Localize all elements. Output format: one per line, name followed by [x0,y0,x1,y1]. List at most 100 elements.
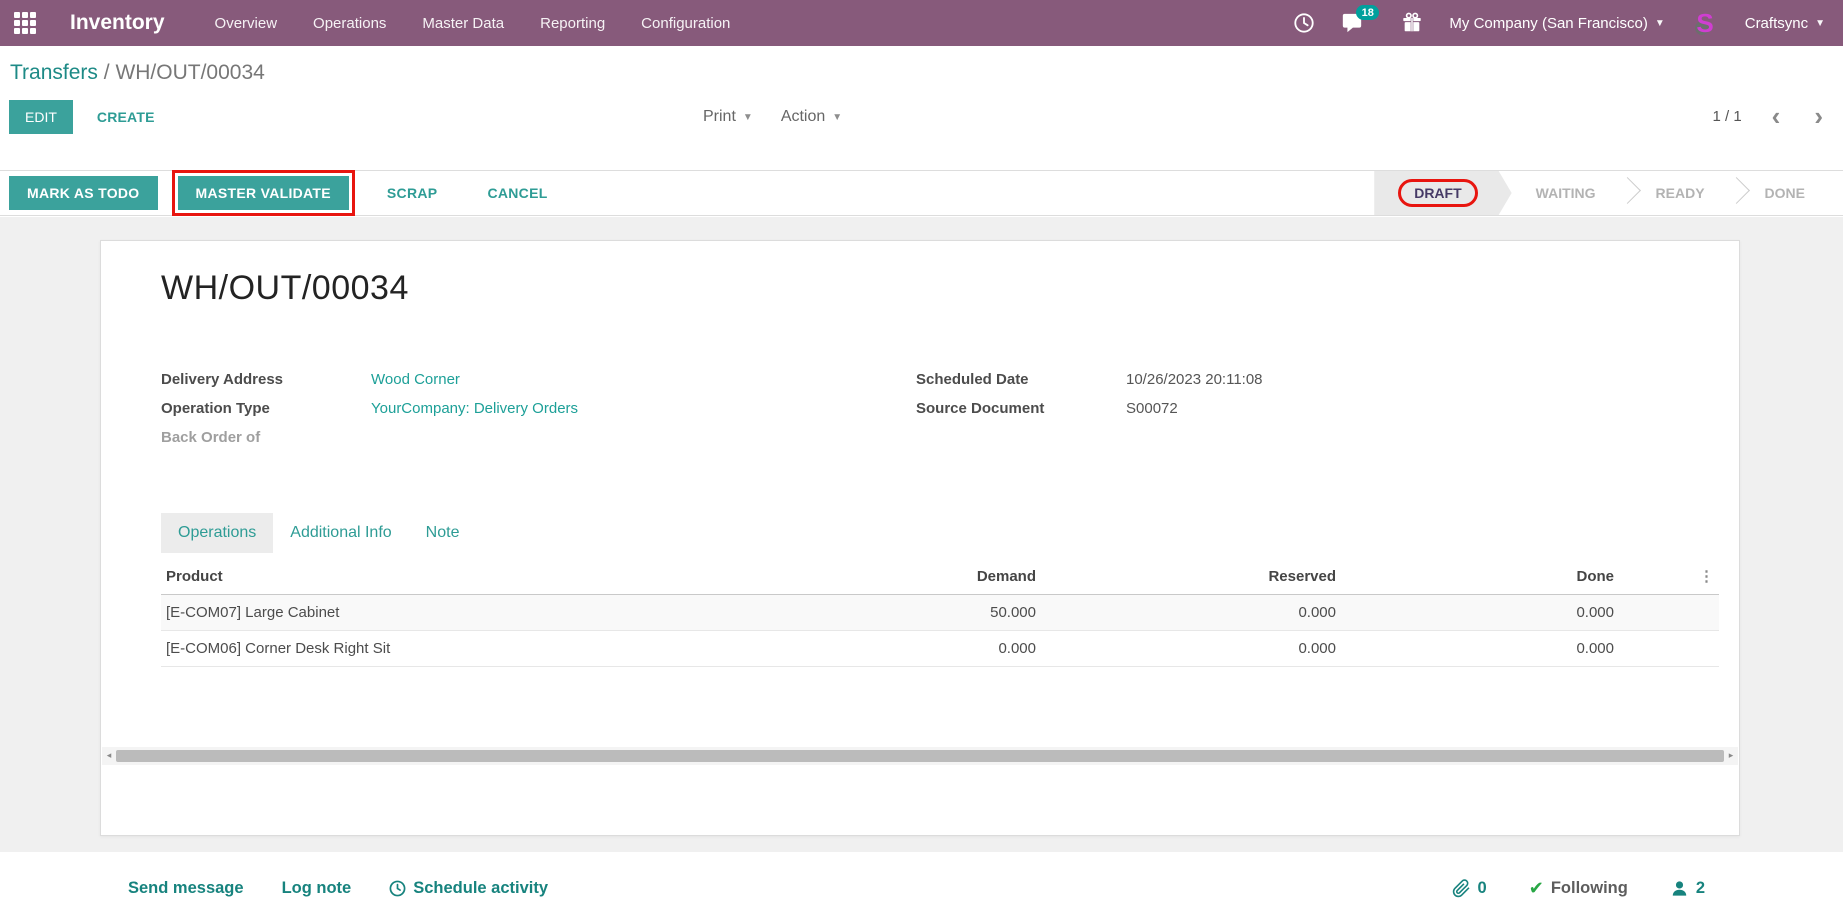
status-draft[interactable]: DRAFT [1374,171,1511,215]
chatter-meta: 0 ✔ Following 2 [1452,878,1843,899]
nav-item-reporting[interactable]: Reporting [540,15,605,32]
column-header-product[interactable]: Product [161,559,741,595]
field-back-order-of: Back Order of [161,428,916,448]
chatter-actions: Send message Log note Schedule activity [0,879,548,898]
followers-button[interactable]: 2 [1670,879,1705,898]
following-button[interactable]: ✔ Following [1529,878,1628,899]
notebook-tabs: Operations Additional Info Note [161,513,1699,553]
column-header-demand[interactable]: Demand [741,559,1041,595]
master-validate-button[interactable]: MASTER VALIDATE [178,176,349,210]
scheduled-date-value: 10/26/2023 20:11:08 [1126,370,1263,390]
company-switcher[interactable]: My Company (San Francisco) ▼ [1449,15,1664,32]
navbar-left: Inventory Overview Operations Master Dat… [0,11,730,35]
field-label: Source Document [916,399,1126,419]
status-separator-icon [1620,171,1632,215]
schedule-activity-button[interactable]: Schedule activity [389,879,548,898]
cell-reserved[interactable]: 0.000 [1041,595,1341,631]
column-header-reserved[interactable]: Reserved [1041,559,1341,595]
cancel-button[interactable]: CANCEL [469,176,565,210]
cell-reserved[interactable]: 0.000 [1041,631,1341,667]
scrap-button[interactable]: SCRAP [369,176,456,210]
table-row[interactable]: [E-COM06] Corner Desk Right Sit 0.000 0.… [161,631,1719,667]
tab-operations[interactable]: Operations [161,513,273,553]
annotation-box-master-validate: MASTER VALIDATE [172,170,355,216]
apps-grid-icon[interactable] [14,12,36,34]
form-sheet: WH/OUT/00034 Delivery Address Wood Corne… [100,240,1740,836]
chevron-down-icon: ▼ [832,112,842,123]
user-name: Craftsync [1745,15,1808,32]
create-button[interactable]: CREATE [83,100,169,134]
tab-note[interactable]: Note [409,513,477,553]
mark-as-todo-button[interactable]: MARK AS TODO [9,176,158,210]
pager: 1 / 1 ‹ › [1712,106,1823,126]
pager-next-icon[interactable]: › [1814,106,1823,126]
pager-previous-icon[interactable]: ‹ [1772,106,1781,126]
cell-product[interactable]: [E-COM06] Corner Desk Right Sit [161,631,741,667]
status-pipeline: DRAFT WAITING READY DONE [1374,171,1843,215]
cell-done[interactable]: 0.000 [1341,595,1619,631]
cell-product[interactable]: [E-COM07] Large Cabinet [161,595,741,631]
horizontal-scrollbar[interactable]: ◂ ▸ [102,747,1738,765]
nav-item-master-data[interactable]: Master Data [422,15,504,32]
operations-table: Product Demand Reserved Done ⋮ [E-COM07]… [161,559,1719,667]
breadcrumb: Transfers / WH/OUT/00034 [0,46,1843,85]
record-title: WH/OUT/00034 [161,269,1699,308]
chatter: Send message Log note Schedule activity … [0,852,1843,924]
field-groups: Delivery Address Wood Corner Operation T… [161,370,1699,457]
status-done[interactable]: DONE [1741,171,1829,215]
tab-additional-info[interactable]: Additional Info [273,513,408,553]
status-waiting[interactable]: WAITING [1512,171,1620,215]
cell-demand[interactable]: 0.000 [741,631,1041,667]
send-message-button[interactable]: Send message [128,879,244,898]
cell-done[interactable]: 0.000 [1341,631,1619,667]
main-menu: Overview Operations Master Data Reportin… [215,15,731,32]
chevron-down-icon: ▼ [743,112,753,123]
schedule-activity-label: Schedule activity [413,879,548,898]
statusbar: MARK AS TODO MASTER VALIDATE SCRAP CANCE… [0,170,1843,216]
gift-icon[interactable] [1401,12,1423,34]
scroll-left-icon[interactable]: ◂ [102,751,116,761]
nav-item-configuration[interactable]: Configuration [641,15,730,32]
breadcrumb-transfers[interactable]: Transfers [10,61,98,84]
svg-text:S: S [1696,9,1713,37]
table-row[interactable]: [E-COM07] Large Cabinet 50.000 0.000 0.0… [161,595,1719,631]
action-menu-label: Action [781,108,825,126]
check-icon: ✔ [1529,878,1544,899]
activities-clock-icon[interactable] [1293,12,1315,34]
attachments-count: 0 [1478,879,1487,898]
edit-button[interactable]: EDIT [9,100,73,134]
control-buttons-row: EDIT CREATE Print ▼ Action ▼ 1 / 1 ‹ › [0,100,1843,138]
field-delivery-address: Delivery Address Wood Corner [161,370,916,390]
breadcrumb-current: WH/OUT/00034 [115,61,264,84]
user-avatar[interactable]: S [1691,9,1719,37]
print-menu-label: Print [703,108,736,126]
print-menu[interactable]: Print ▼ [703,108,753,126]
scrollbar-thumb[interactable] [116,750,1724,762]
navbar-right: 18 My Company (San Francisco) ▼ S Crafts… [1293,9,1843,37]
attachments-button[interactable]: 0 [1452,879,1487,898]
column-options-icon[interactable]: ⋮ [1699,568,1714,585]
field-label: Operation Type [161,399,371,419]
nav-item-overview[interactable]: Overview [215,15,278,32]
app-name[interactable]: Inventory [70,11,165,35]
log-note-button[interactable]: Log note [282,879,352,898]
nav-item-operations[interactable]: Operations [313,15,386,32]
column-header-done[interactable]: Done [1341,559,1619,595]
cell-demand[interactable]: 50.000 [741,595,1041,631]
field-label: Delivery Address [161,370,371,390]
operation-type-link[interactable]: YourCompany: Delivery Orders [371,399,578,419]
action-menu[interactable]: Action ▼ [781,108,842,126]
chevron-down-icon: ▼ [1655,18,1665,29]
messages-count-badge: 18 [1356,5,1379,20]
messages-icon[interactable]: 18 [1341,12,1363,34]
field-label: Back Order of [161,428,371,448]
user-menu[interactable]: Craftsync ▼ [1745,15,1825,32]
annotation-pill-draft: DRAFT [1398,179,1477,207]
status-ready[interactable]: READY [1632,171,1729,215]
delivery-address-link[interactable]: Wood Corner [371,370,460,390]
clock-icon [389,880,406,897]
paperclip-icon [1452,879,1471,898]
scroll-right-icon[interactable]: ▸ [1724,751,1738,761]
breadcrumb-separator: / [98,61,116,84]
field-label: Scheduled Date [916,370,1126,390]
